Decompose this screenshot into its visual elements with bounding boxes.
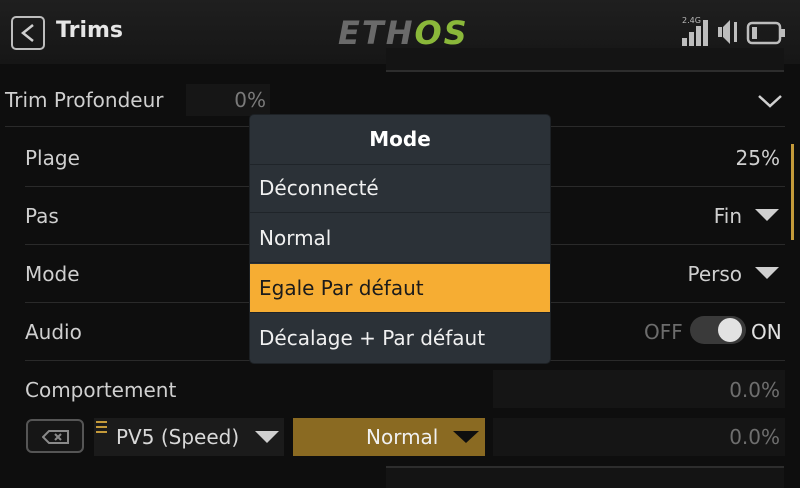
drag-handle-icon — [96, 421, 107, 433]
battery-icon — [746, 21, 785, 45]
clear-button[interactable] — [26, 419, 84, 453]
pas-label: Pas — [25, 204, 59, 228]
option-normal[interactable]: Normal — [250, 214, 550, 263]
triangle-down-icon[interactable] — [254, 429, 280, 445]
trim-label: Trim Profondeur — [5, 88, 164, 112]
triangle-down-icon[interactable] — [754, 207, 780, 223]
trim-value: 0% — [234, 88, 266, 112]
mode-label: Mode — [25, 262, 80, 286]
behaviour-mode-value: Normal — [366, 425, 439, 449]
chevron-left-icon — [20, 24, 34, 42]
page-title: Trims — [56, 18, 123, 43]
option-decalage-par-defaut[interactable]: Décalage + Par défaut — [250, 314, 550, 363]
triangle-down-icon[interactable] — [452, 429, 480, 445]
popup-title: Mode — [250, 115, 550, 165]
option-egale-par-defaut[interactable]: Egale Par défaut — [250, 264, 550, 313]
previous-field — [386, 48, 784, 72]
plage-value[interactable]: 25% — [640, 146, 780, 170]
audio-off-label: OFF — [644, 320, 683, 344]
audio-on-label: ON — [751, 320, 782, 344]
comportement-value: 0.0% — [729, 378, 780, 402]
pas-value[interactable]: Fin — [600, 204, 742, 228]
status-icons: 2.4G — [678, 16, 788, 48]
audio-label: Audio — [25, 320, 82, 344]
triangle-down-icon[interactable] — [754, 265, 780, 281]
mode-value[interactable]: Perso — [600, 262, 742, 286]
comportement-label: Comportement — [25, 378, 177, 402]
chevron-down-icon[interactable] — [756, 92, 784, 110]
mode-popup: Mode Déconnecté Normal Egale Par défaut … — [250, 115, 550, 363]
backspace-icon — [42, 430, 69, 444]
signal-bars-icon — [682, 20, 708, 46]
plage-label: Plage — [25, 146, 80, 170]
back-button[interactable] — [11, 16, 45, 50]
scrollbar[interactable] — [791, 144, 794, 240]
option-deconnecte[interactable]: Déconnecté — [250, 164, 550, 213]
speaker-icon — [718, 20, 737, 44]
behaviour-value: 0.0% — [729, 425, 780, 449]
audio-toggle-knob[interactable] — [718, 318, 742, 342]
ethos-logo: ETHOS — [338, 14, 469, 52]
source-value: PV5 (Speed) — [116, 425, 240, 449]
next-field — [386, 466, 784, 488]
